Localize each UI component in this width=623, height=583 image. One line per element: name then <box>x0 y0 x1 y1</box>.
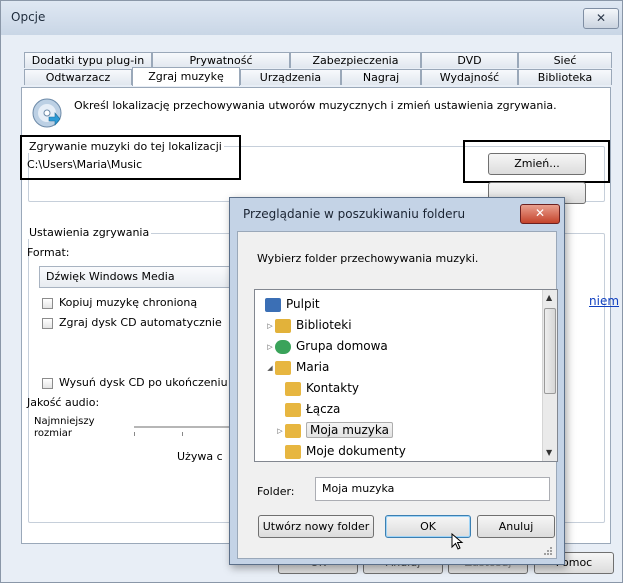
documents-folder-icon <box>285 444 301 459</box>
browse-folder-dialog: Przeglądanie w poszukiwaniu folderu ✕ Wy… <box>229 197 565 565</box>
smallest-size-label-line1: Najmniejszy <box>34 416 95 427</box>
mouse-cursor-icon <box>451 532 465 551</box>
new-folder-button[interactable]: Utwórz nowy folder <box>258 515 374 538</box>
folder-tree[interactable]: Pulpit ▷ Biblioteki ▷ Grupa domowa ◢ Maria … <box>254 289 558 462</box>
tab-player[interactable]: Odtwarzacz <box>24 69 132 85</box>
dialog-cancel-button[interactable]: Anuluj <box>477 515 555 538</box>
auto-rip-label: Zgraj dysk CD automatycznie <box>59 316 222 329</box>
contacts-folder-icon <box>285 381 301 396</box>
desktop-icon <box>265 297 281 312</box>
expand-arrow-icon[interactable]: ▷ <box>265 337 275 357</box>
rip-description: Określ lokalizację przechowywania utworó… <box>74 99 557 112</box>
location-path: C:\Users\Maria\Music <box>27 158 143 171</box>
tab-devices[interactable]: Urządzenia <box>240 69 341 85</box>
tree-item-maria[interactable]: ◢ Maria <box>265 357 329 377</box>
eject-checkbox[interactable] <box>42 378 53 389</box>
tree-item-links[interactable]: Łącza <box>285 399 340 419</box>
uses-label: Używa c <box>177 450 223 463</box>
slider-tick <box>182 432 183 436</box>
audio-quality-label: Jakość audio: <box>27 396 100 409</box>
collapse-arrow-icon[interactable]: ◢ <box>265 358 275 378</box>
resize-grip-icon[interactable] <box>543 546 553 556</box>
browse-dialog-body: Wybierz folder przechowywania muzyki. Pu… <box>237 231 558 559</box>
close-icon: ✕ <box>534 206 546 220</box>
format-value: Dźwięk Windows Media <box>46 270 175 283</box>
tab-performance[interactable]: Wydajność <box>421 69 518 85</box>
cd-rip-icon <box>32 98 62 128</box>
music-folder-icon <box>285 423 301 438</box>
folder-name-input[interactable]: Moja muzyka <box>315 477 550 501</box>
tree-item-contacts[interactable]: Kontakty <box>285 378 359 398</box>
browse-dialog-title: Przeglądanie w poszukiwaniu folderu <box>243 207 466 221</box>
scroll-thumb[interactable] <box>544 308 556 394</box>
scroll-up-icon[interactable]: ▲ <box>546 293 552 302</box>
audio-quality-slider-track[interactable] <box>134 426 244 428</box>
close-icon: ✕ <box>595 11 607 25</box>
tab-rip-music[interactable]: Zgraj muzykę <box>132 67 240 86</box>
tab-network[interactable]: Sieć <box>518 52 612 68</box>
tree-item-my-documents[interactable]: Moje dokumenty <box>285 441 406 461</box>
tab-security[interactable]: Zabezpieczenia <box>290 52 421 68</box>
tree-item-libraries[interactable]: ▷ Biblioteki <box>265 315 352 335</box>
selected-folder-label: Moja muzyka <box>306 422 393 438</box>
eject-label: Wysuń dysk CD po ukończeniu zg <box>59 376 244 389</box>
folder-label: Folder: <box>257 485 295 498</box>
change-location-button[interactable]: Zmień... <box>488 153 586 175</box>
scroll-down-icon[interactable]: ▼ <box>546 448 552 457</box>
expand-arrow-icon[interactable]: ▷ <box>275 421 285 441</box>
copy-protect-label: Kopiuj muzykę chronioną <box>59 296 198 309</box>
links-folder-icon <box>285 402 301 417</box>
location-group-label: Zgrywanie muzyki do tej lokalizacji <box>27 140 224 153</box>
tree-item-homegroup[interactable]: ▷ Grupa domowa <box>265 336 388 356</box>
format-dropdown[interactable]: Dźwięk Windows Media <box>39 266 239 288</box>
tree-scrollbar[interactable]: ▲ ▼ <box>542 290 557 461</box>
more-info-link[interactable]: niem <box>589 294 619 308</box>
smallest-size-label-line2: rozmiar <box>34 428 73 439</box>
tab-plugins[interactable]: Dodatki typu plug-in <box>24 52 152 68</box>
window-close-button[interactable]: ✕ <box>583 8 619 29</box>
format-label: Format: <box>27 246 70 259</box>
copy-protect-checkbox[interactable] <box>42 298 53 309</box>
title-bar[interactable]: Opcje ✕ <box>1 1 622 35</box>
expand-arrow-icon[interactable]: ▷ <box>265 316 275 336</box>
auto-rip-checkbox[interactable] <box>42 318 53 329</box>
homegroup-icon <box>275 339 291 354</box>
tab-library[interactable]: Biblioteka <box>518 69 612 85</box>
tree-item-my-music[interactable]: ▷ Moja muzyka <box>275 420 393 440</box>
tab-dvd[interactable]: DVD <box>421 52 518 68</box>
tab-burn[interactable]: Nagraj <box>341 69 421 85</box>
tab-privacy[interactable]: Prywatność <box>152 52 290 68</box>
browse-prompt: Wybierz folder przechowywania muzyki. <box>257 252 479 265</box>
window-title: Opcje <box>11 10 46 24</box>
dialog-close-button[interactable]: ✕ <box>520 204 560 224</box>
user-folder-icon <box>275 360 291 375</box>
rip-settings-group-label: Ustawienia zgrywania <box>27 226 152 239</box>
tree-item-desktop[interactable]: Pulpit <box>265 294 320 314</box>
libraries-icon <box>275 318 291 333</box>
slider-tick <box>134 432 135 436</box>
